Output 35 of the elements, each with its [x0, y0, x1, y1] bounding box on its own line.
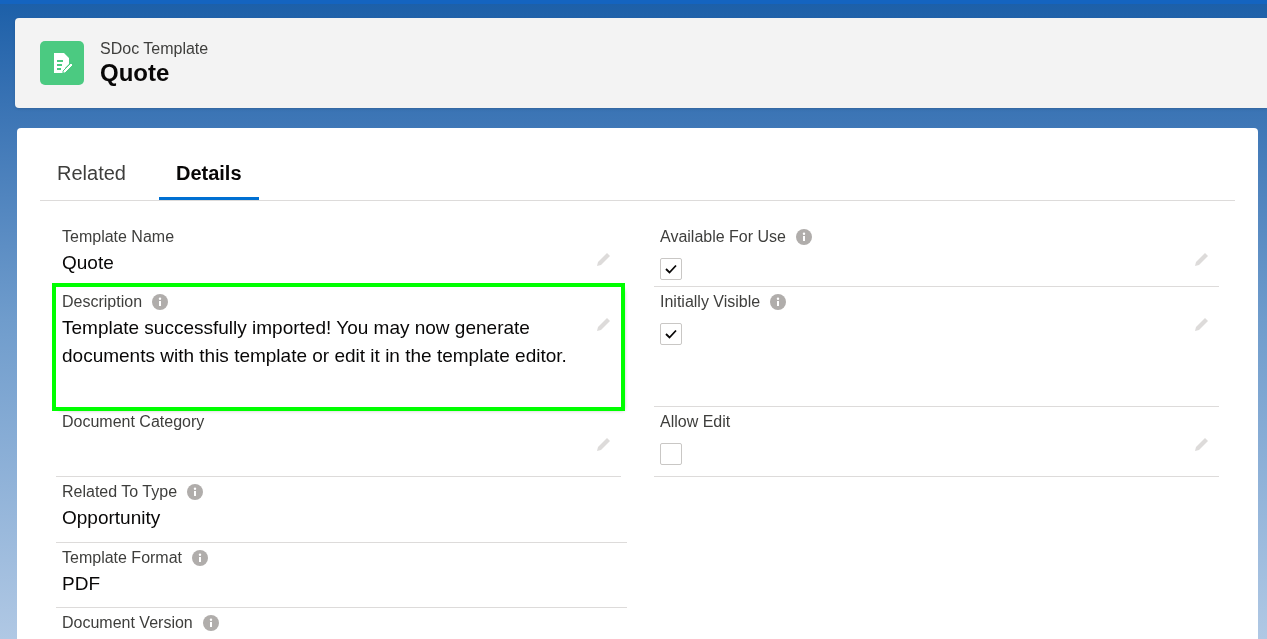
- checkbox[interactable]: [660, 258, 682, 280]
- info-icon[interactable]: [202, 615, 219, 631]
- object-type-label: SDoc Template: [100, 39, 209, 59]
- field-label: Initially Visible: [660, 292, 761, 312]
- field-label: Template Name: [62, 227, 175, 247]
- info-icon[interactable]: [192, 550, 209, 566]
- info-icon[interactable]: [187, 484, 204, 500]
- field-value: Template successfully imported! You may now generate documents with this template or edit it in the template editor.: [62, 316, 568, 368]
- field-label: Description: [62, 292, 143, 312]
- record-title: Quote: [100, 59, 171, 87]
- info-icon[interactable]: [770, 294, 787, 310]
- checkmark-icon: [665, 329, 677, 339]
- edit-pencil-icon[interactable]: [1193, 250, 1211, 268]
- info-icon[interactable]: [796, 229, 812, 245]
- field-label: Allow Edit: [660, 412, 731, 432]
- field-label: Related To Type: [62, 482, 178, 502]
- edit-pencil-icon[interactable]: [1193, 435, 1211, 453]
- field-value: Opportunity: [62, 506, 162, 530]
- info-icon[interactable]: [152, 294, 169, 310]
- field-label: Template Format: [62, 548, 183, 568]
- field-label: Document Version: [62, 613, 193, 633]
- checkmark-icon: [665, 264, 677, 274]
- tab[interactable]: Details: [158, 148, 259, 200]
- field-label: Document Category: [62, 412, 205, 432]
- field-label: Available For Use: [660, 227, 786, 247]
- edit-pencil-icon[interactable]: [1193, 315, 1211, 333]
- checkbox[interactable]: [660, 323, 682, 345]
- checkbox[interactable]: [660, 443, 682, 465]
- edit-pencil-icon[interactable]: [595, 315, 613, 333]
- edit-pencil-icon[interactable]: [595, 250, 613, 268]
- document-edit-icon: [40, 41, 84, 85]
- field-value: Quote: [62, 251, 115, 275]
- tab[interactable]: Related: [40, 148, 143, 200]
- field-value: PDF: [62, 572, 101, 596]
- edit-pencil-icon[interactable]: [595, 435, 613, 453]
